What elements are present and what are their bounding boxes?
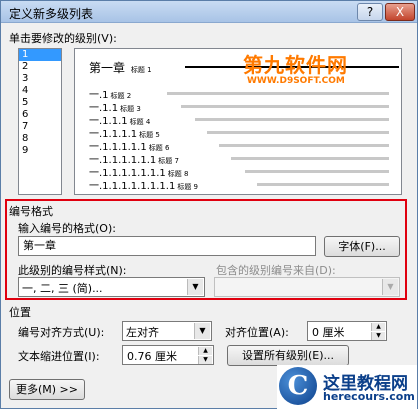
include-level-label: 包含的级别编号来自(D): [216, 264, 336, 277]
number-align-label: 编号对齐方式(U): [18, 326, 105, 339]
more-button[interactable]: 更多(M) >> [9, 379, 85, 400]
level-item[interactable]: 3 [19, 73, 61, 85]
preview-row: 一.1.1.1 标题 4 [89, 112, 389, 127]
preview-row: 一.1.1.1.1.1 标题 6 [89, 138, 389, 153]
preview-row-tag: 标题 9 [177, 183, 199, 191]
set-all-levels-button[interactable]: 设置所有级别(E)... [227, 345, 349, 366]
chevron-down-icon[interactable]: ▼ [194, 323, 210, 339]
font-button[interactable]: 字体(F)... [324, 236, 400, 257]
site-logo: C 这里教程网 herecours.com [277, 365, 417, 409]
level-item[interactable]: 9 [19, 145, 61, 157]
number-format-section-label: 编号格式 [9, 205, 53, 218]
level-item[interactable]: 5 [19, 97, 61, 109]
spin-down-icon[interactable]: ▼ [371, 332, 385, 340]
include-level-select: ▼ [214, 277, 400, 297]
preview-row-number: 第一章 [89, 61, 126, 75]
preview-row-line [231, 157, 389, 160]
dialog-title: 定义新多级列表 [9, 7, 94, 21]
preview-row: 一.1.1.1.1.1.1.1.1 标题 9 [89, 177, 389, 192]
help-button[interactable]: ? [357, 3, 383, 21]
preview-row: 一.1.1.1.1 标题 5 [89, 125, 389, 140]
text-indent-label: 文本缩进位置(I): [18, 350, 100, 363]
level-item[interactable]: 8 [19, 133, 61, 145]
logo-url: herecours.com [323, 390, 415, 403]
number-style-select[interactable]: 一, 二, 三 (简)... ▼ [18, 277, 205, 297]
level-select-label: 单击要修改的级别(V): [9, 32, 117, 45]
format-input-label: 输入编号的格式(O): [18, 222, 116, 235]
level-item[interactable]: 6 [19, 109, 61, 121]
align-position-value: 0 厘米 [312, 326, 345, 339]
level-item[interactable]: 4 [19, 85, 61, 97]
preview-row-tag: 标题 1 [130, 66, 152, 74]
position-section-label: 位置 [9, 306, 31, 319]
number-style-value: 一, 二, 三 (简)... [22, 282, 103, 295]
watermark-title: 第九软件网 [243, 53, 348, 77]
level-listbox[interactable]: 1 2 3 4 5 6 7 8 9 [18, 48, 62, 195]
chevron-down-icon: ▼ [382, 279, 398, 295]
preview-row-line [167, 92, 389, 95]
align-position-label: 对齐位置(A): [225, 326, 289, 339]
preview-row: 一.1.1.1.1.1.1 标题 7 [89, 151, 389, 166]
preview-row-line [245, 170, 389, 173]
align-position-stepper[interactable]: 0 厘米 ▲ ▼ [307, 321, 387, 341]
close-button[interactable]: X [385, 3, 415, 21]
title-bar: 定义新多级列表 ? X [1, 1, 417, 23]
watermark-url: WWW.D9SOFT.COM [247, 76, 345, 86]
preview-row-line [219, 144, 389, 147]
number-format-input[interactable]: 第一章 [18, 236, 316, 256]
spin-down-icon[interactable]: ▼ [198, 356, 212, 364]
logo-c-icon: C [279, 367, 317, 405]
preview-row-line [195, 118, 389, 121]
preview-row-line [257, 183, 389, 186]
number-align-value: 左对齐 [126, 326, 159, 339]
number-style-label: 此级别的编号样式(N): [18, 264, 127, 277]
preview-row-line [181, 105, 389, 108]
level-preview: 第一章 标题 1 第九软件网 WWW.D9SOFT.COM 一.1 标题 2 一.… [74, 48, 402, 195]
preview-row-number: 一.1.1.1.1.1.1.1.1 [89, 181, 176, 192]
preview-row-line [207, 131, 389, 134]
spin-up-icon[interactable]: ▲ [198, 347, 212, 355]
chevron-down-icon[interactable]: ▼ [187, 279, 203, 295]
text-indent-stepper[interactable]: 0.76 厘米 ▲ ▼ [122, 345, 214, 365]
preview-row: 一.1.1.1.1.1.1.1 标题 8 [89, 164, 389, 179]
number-align-select[interactable]: 左对齐 ▼ [122, 321, 212, 341]
level-item[interactable]: 1 [19, 49, 61, 61]
dialog-window: 定义新多级列表 ? X 单击要修改的级别(V): 1 2 3 4 5 6 7 8… [0, 0, 418, 409]
level-item[interactable]: 7 [19, 121, 61, 133]
preview-row: 一.1.1 标题 3 [89, 99, 389, 114]
text-indent-value: 0.76 厘米 [127, 350, 177, 363]
preview-row: 一.1 标题 2 [89, 86, 389, 101]
level-item[interactable]: 2 [19, 61, 61, 73]
spin-up-icon[interactable]: ▲ [371, 323, 385, 331]
